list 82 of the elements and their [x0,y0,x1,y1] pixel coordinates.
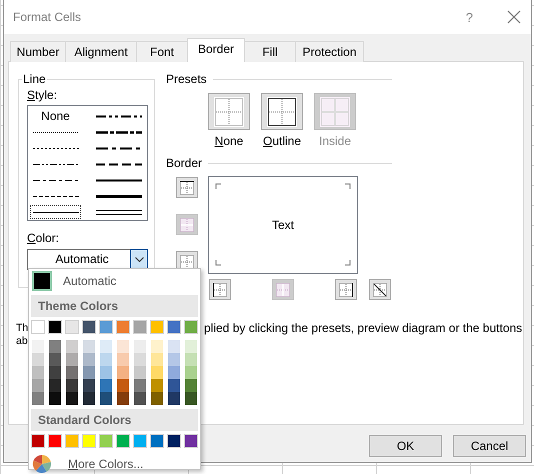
color-swatch[interactable] [133,434,147,448]
color-swatch[interactable] [150,320,164,334]
dotted-grid-icon [214,96,244,126]
field-label: Style: [27,88,58,102]
color-swatch[interactable] [184,434,198,448]
none-label: None [41,110,70,122]
dotted-line-icon [32,146,78,150]
color-swatch[interactable] [116,320,130,334]
color-swatch[interactable] [167,320,181,334]
dash-dot-dot-line-icon [32,162,78,166]
color-swatch[interactable] [65,434,79,448]
border-button[interactable] [335,279,357,300]
double-line-icon [96,210,142,214]
inside-vertical-border-icon [274,280,292,298]
slant-dash-dot-line-icon [96,130,142,134]
border-preview[interactable]: Text [208,176,358,274]
color-swatch[interactable] [31,434,45,448]
close-icon[interactable] [507,10,521,24]
right-border-icon [337,280,355,298]
description-text: ab [16,335,28,348]
thin-line-icon [32,210,78,214]
description-text: plied by clicking the presets, preview diagram or the buttons [204,322,523,337]
section-title: Border [166,156,202,170]
section-title: Presets [166,72,207,86]
color-swatch[interactable] [99,320,113,334]
color-swatch[interactable] [167,434,181,448]
dialog-button[interactable]: OK [369,435,442,457]
color-wheel-icon [32,455,52,473]
left-border-icon [211,280,229,298]
hair-line-icon [32,130,78,134]
tab[interactable]: Fill [244,41,296,62]
dashed-line-icon [32,194,78,198]
preset-label: Outline [262,134,302,148]
dialog-button[interactable]: Cancel [453,435,526,457]
color-swatch[interactable] [65,320,79,334]
tab[interactable]: Font [136,41,188,62]
line-style-option[interactable]: None [30,109,81,123]
medium-dashed-line-icon [96,162,142,166]
preview-text: Text [272,218,294,232]
border-button[interactable] [209,279,231,300]
preset-label: None [214,134,244,148]
tab[interactable]: Number [10,41,66,62]
border-button[interactable] [176,177,198,198]
color-swatch[interactable] [82,434,96,448]
dash-dot-line-icon [32,178,78,182]
color-swatch[interactable] [82,320,96,334]
automatic-swatch [32,271,52,291]
description-text: Th [16,322,28,335]
diagonal-down-border-icon [371,280,389,298]
color-swatch[interactable] [48,434,62,448]
tab[interactable]: Protection [295,41,364,62]
line-style-option[interactable] [30,205,81,219]
medium-line-icon [96,178,142,182]
chevron-down-icon [134,256,144,262]
tab[interactable]: Border [187,38,245,62]
border-button[interactable] [369,279,391,300]
color-swatch[interactable] [99,434,113,448]
color-swatch[interactable] [184,320,198,334]
color-swatch[interactable] [116,434,130,448]
color-swatch[interactable] [48,320,62,334]
top-border-icon [178,178,196,196]
thick-line-icon [96,194,142,198]
line-style-list[interactable]: None [27,105,148,221]
medium-dash-dot-line-icon [96,146,142,150]
group-title: Line [22,72,47,86]
color-swatch[interactable] [31,320,45,334]
color-swatch[interactable] [133,320,147,334]
color-swatch[interactable] [150,434,164,448]
outline-grid-icon [267,96,297,126]
preset-button[interactable] [261,93,303,130]
inside-horizontal-border-icon [178,216,196,234]
field-label: Color: [27,231,60,245]
more-colors-link[interactable]: More Colors... [68,457,144,471]
section-header: Standard Colors [31,409,198,431]
section-header: Theme Colors [31,295,198,317]
inside-grid-icon [320,96,350,126]
automatic-label: Automatic [63,274,116,288]
automatic-option[interactable]: Automatic [29,269,200,293]
tab[interactable]: Alignment [65,41,137,62]
preset-label: Inside [318,134,352,148]
window-title: Format Cells [13,10,82,24]
medium-dash-dot-dot-line-icon [96,114,142,118]
